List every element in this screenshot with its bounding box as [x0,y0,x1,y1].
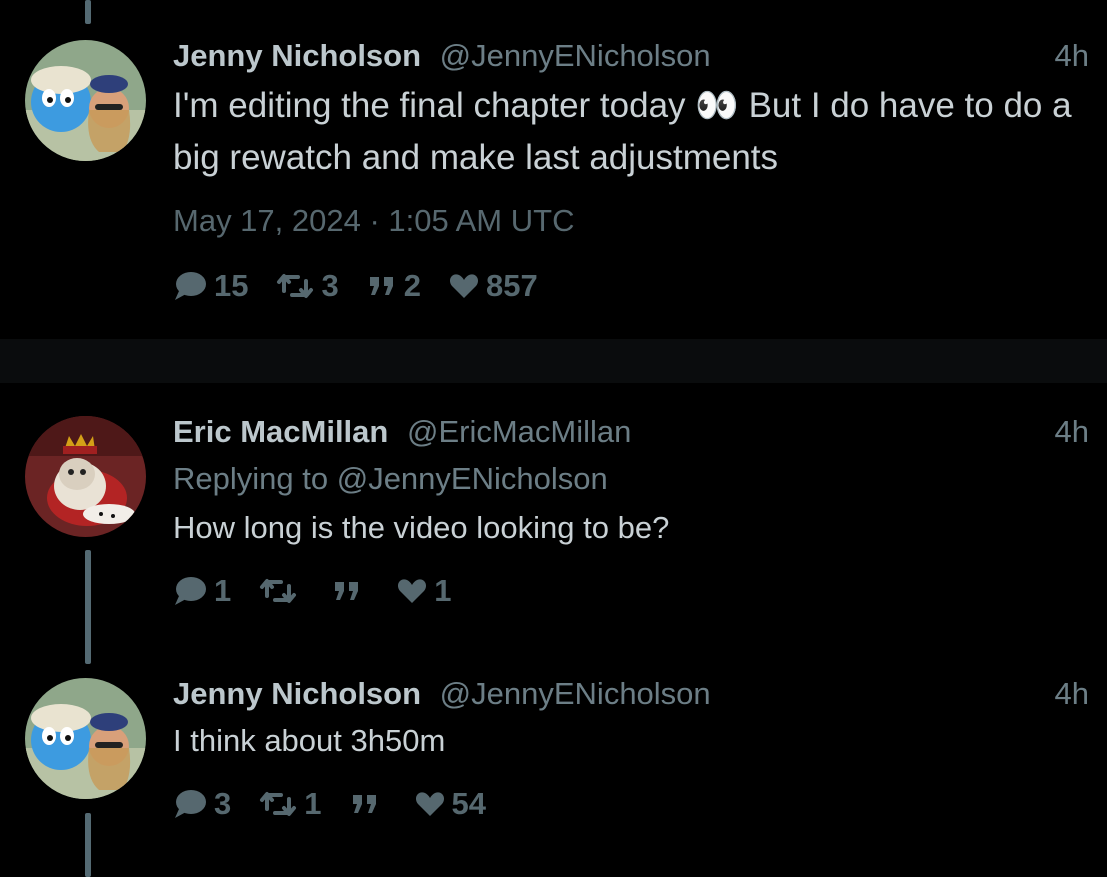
avatar-jenny-reply[interactable] [25,678,146,799]
retweet-count: 3 [321,268,339,303]
quote-stat[interactable] [332,579,369,603]
replying-label: Replying to [173,461,329,496]
tweet-reply-2[interactable]: Jenny Nicholson @JennyENicholson 4h I th… [173,674,1089,824]
reply-count: 15 [214,268,249,303]
avatar-jenny[interactable] [25,40,146,161]
tweet-text: How long is the video looking to be? [173,510,670,545]
tweet-stats: 1 1 [173,571,1089,611]
tweet-time[interactable]: 4h [1055,412,1089,452]
like-stat[interactable]: 857 [449,268,538,304]
retweet-count: 1 [304,786,322,821]
comment-icon [175,577,206,605]
tweet-date[interactable]: May 17, 2024 · 1:05 AM UTC [173,201,1089,241]
section-separator [0,339,1107,383]
author-name[interactable]: Eric MacMillan [173,414,388,449]
reply-count: 3 [214,786,232,821]
tweet-main[interactable]: Jenny Nicholson @JennyENicholson 4h I'm … [173,36,1089,306]
retweet-stat[interactable] [259,578,304,604]
like-stat[interactable]: 1 [397,573,452,609]
retweet-stat[interactable]: 3 [276,268,339,304]
comment-icon [175,272,206,300]
thread-line-top [85,0,91,24]
like-count: 54 [451,786,486,821]
quote-icon [369,277,393,295]
retweet-stat[interactable]: 1 [259,786,322,822]
tweet-reply-1[interactable]: Eric MacMillan @EricMacMillan 4h Replyin… [173,412,1089,611]
tweet-text: I'm editing the final chapter today 👀 Bu… [173,86,1072,177]
like-stat[interactable]: 54 [415,786,486,822]
tweet-header: Eric MacMillan @EricMacMillan 4h [173,412,1089,452]
author-name[interactable]: Jenny Nicholson [173,38,421,73]
heart-icon [449,274,479,298]
tweet-time[interactable]: 4h [1055,674,1089,714]
quote-count: 2 [403,268,421,303]
reply-stat[interactable]: 1 [173,573,231,609]
reply-count: 1 [214,573,232,608]
tweet-header: Jenny Nicholson @JennyENicholson 4h [173,36,1089,76]
retweet-icon [260,792,297,816]
like-count: 857 [485,268,538,303]
reply-stat[interactable]: 15 [173,268,248,304]
quote-stat[interactable] [350,792,387,816]
author-name[interactable]: Jenny Nicholson [173,676,421,711]
thread-line-bottom [85,813,91,877]
author-handle[interactable]: @EricMacMillan [407,414,631,449]
heart-icon [415,792,444,816]
author-handle[interactable]: @JennyENicholson [440,676,711,711]
like-count: 1 [434,573,452,608]
retweet-icon [260,579,297,603]
quote-icon [335,582,359,600]
tweet-header: Jenny Nicholson @JennyENicholson 4h [173,674,1089,714]
tweet-text: I think about 3h50m [173,723,446,758]
replying-to: Replying to @JennyENicholson [173,459,1089,499]
tweet-stats: 3 1 54 [173,784,1089,824]
tweet-time[interactable]: 4h [1055,36,1089,76]
retweet-icon [277,274,314,298]
quote-icon [352,795,376,813]
thread-line-middle [85,550,91,664]
comment-icon [175,790,206,818]
author-handle[interactable]: @JennyENicholson [440,38,711,73]
heart-icon [398,579,427,603]
reply-stat[interactable]: 3 [173,786,231,822]
avatar-eric[interactable] [25,416,146,537]
quote-stat[interactable]: 2 [367,268,421,304]
tweet-stats: 15 3 2 857 [173,266,1089,306]
replying-handle[interactable]: @JennyENicholson [337,461,608,496]
